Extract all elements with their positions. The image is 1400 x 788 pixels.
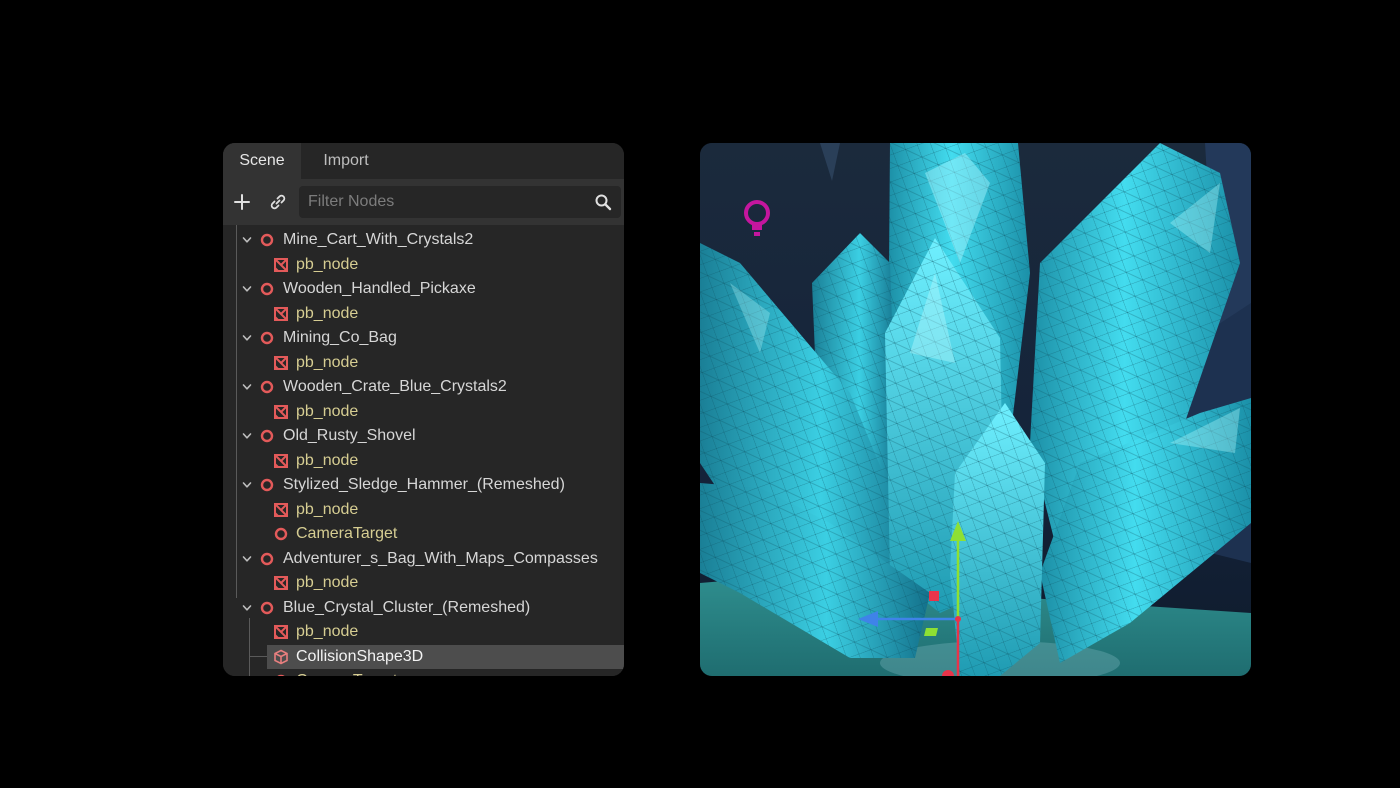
tree-item-label: pb_node [296, 623, 359, 640]
mesh-instance-icon [274, 355, 288, 370]
node3d-icon [260, 233, 274, 247]
mesh-instance-icon [274, 257, 288, 272]
chevron-down-icon[interactable] [241, 283, 253, 295]
tree-item-label: Mine_Cart_With_Crystals2 [283, 231, 474, 248]
tree-item[interactable]: Mining_Co_Bag [223, 326, 624, 351]
tree-item-label: pb_node [296, 574, 359, 591]
scene-toolbar [223, 179, 624, 225]
tree-item[interactable]: pb_node [223, 302, 624, 327]
tree-item-label: pb_node [296, 304, 359, 322]
add-node-button[interactable] [228, 188, 256, 216]
tree-item[interactable]: Old_Rusty_Shovel [223, 424, 624, 449]
tree-item[interactable]: Adventurer_s_Bag_With_Maps_Compasses [223, 547, 624, 572]
plus-icon [234, 194, 250, 210]
collision-shape-icon [274, 649, 288, 664]
node3d-icon [260, 478, 274, 492]
tree-item[interactable]: Wooden_Handled_Pickaxe [223, 277, 624, 302]
tree-item[interactable]: CameraTarget [223, 669, 624, 676]
tree-item[interactable]: Wooden_Crate_Blue_Crystals2 [223, 375, 624, 400]
node3d-icon [260, 380, 274, 394]
tab-import[interactable]: Import [307, 143, 385, 179]
node3d-icon [260, 601, 274, 614]
tree-item-label: Blue_Crystal_Cluster_(Remeshed) [283, 598, 531, 616]
node3d-icon [277, 674, 285, 676]
tree-item[interactable]: pb_node [223, 449, 624, 474]
chevron-down-icon[interactable] [241, 332, 253, 344]
tree-item-label: pb_node [296, 402, 359, 420]
node3d-icon [260, 552, 274, 565]
tree-item-label: pb_node [296, 500, 359, 518]
tree-item[interactable]: pb_node [223, 400, 624, 425]
mesh-instance-icon [274, 306, 288, 321]
dock-tab-bar: Scene Import [223, 143, 624, 179]
chevron-down-icon[interactable] [241, 602, 253, 614]
tree-item-label: Mining_Co_Bag [283, 329, 397, 346]
tree-item[interactable]: pb_node [223, 351, 624, 376]
tree-item-label: Old_Rusty_Shovel [283, 427, 416, 444]
filter-nodes-field [299, 186, 621, 218]
instance-scene-button[interactable] [264, 188, 292, 216]
tree-item[interactable]: Stylized_Sledge_Hammer_(Remeshed) [223, 473, 624, 498]
tree-item[interactable]: CameraTarget [223, 522, 624, 547]
tab-scene[interactable]: Scene [223, 143, 301, 179]
tree-item-label: pb_node [296, 451, 359, 469]
tree-item-label: Adventurer_s_Bag_With_Maps_Compasses [283, 549, 598, 567]
node3d-icon [260, 331, 274, 345]
tree-item-label: CameraTarget [296, 525, 398, 542]
mesh-instance-icon [274, 502, 288, 517]
mesh-instance-icon [274, 453, 288, 468]
tree-item[interactable]: Mine_Cart_With_Crystals2 [223, 228, 624, 253]
node3d-icon [274, 527, 288, 541]
mesh-instance-icon [274, 404, 288, 419]
tree-item[interactable]: pb_node [223, 498, 624, 523]
tree-item[interactable]: pb_node [223, 620, 624, 645]
tree-item-label: CameraTarget [296, 669, 397, 676]
chevron-down-icon[interactable] [241, 234, 253, 246]
scene-dock: Scene Import Filter Nodes Mine_Cart_With… [223, 143, 624, 676]
viewport-scene [700, 143, 1251, 676]
3d-viewport[interactable] [700, 143, 1251, 676]
tree-item[interactable]: pb_node [223, 571, 624, 596]
node3d-icon [260, 282, 274, 296]
tree-item-label: Wooden_Crate_Blue_Crystals2 [283, 378, 507, 395]
search-icon[interactable] [594, 193, 612, 211]
tree-item[interactable]: Blue_Crystal_Cluster_(Remeshed) [223, 596, 624, 621]
filter-nodes-input[interactable] [299, 186, 579, 218]
tree-item-label: pb_node [296, 255, 359, 273]
mesh-instance-icon [274, 576, 288, 590]
chevron-down-icon[interactable] [241, 430, 253, 442]
editor-stage: Scene Import Filter Nodes Mine_Cart_With… [0, 0, 1400, 788]
tree-item-label: Stylized_Sledge_Hammer_(Remeshed) [283, 476, 565, 493]
chevron-down-icon[interactable] [241, 553, 253, 565]
tree-item-label: Wooden_Handled_Pickaxe [283, 280, 476, 297]
scene-tree: Mine_Cart_With_Crystals2 pb_node Wooden_Ha… [223, 225, 624, 676]
tree-item-label: pb_node [296, 353, 359, 371]
node3d-icon [260, 429, 274, 443]
link-icon [270, 194, 286, 210]
chevron-down-icon[interactable] [241, 479, 253, 491]
tree-item-label: CollisionShape3D [296, 647, 424, 665]
mesh-instance-icon [274, 625, 288, 639]
chevron-down-icon[interactable] [241, 381, 253, 393]
tree-item[interactable]: CollisionShape3D [223, 644, 624, 669]
tree-item[interactable]: pb_node [223, 253, 624, 278]
